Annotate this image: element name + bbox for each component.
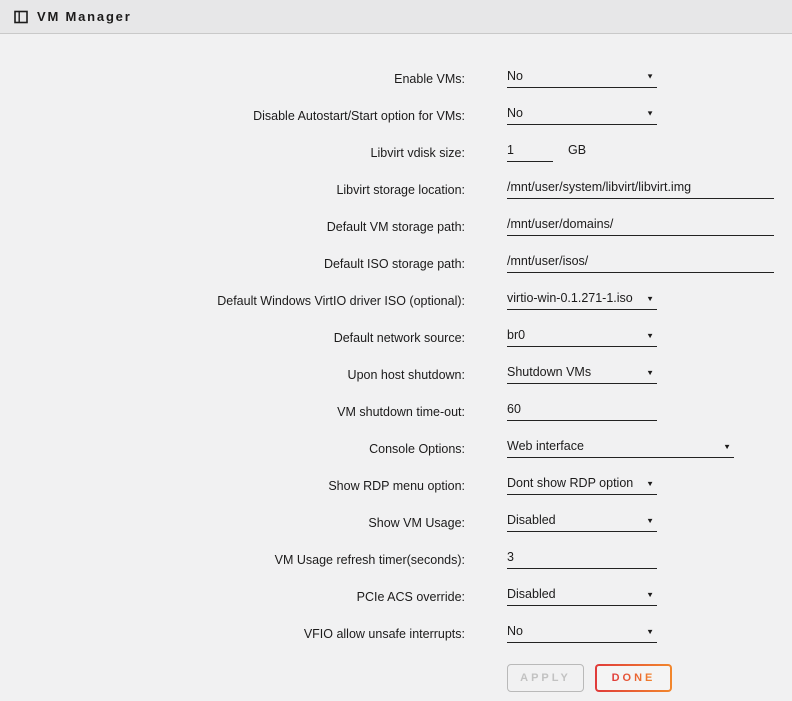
libvirt-storage-location-input[interactable] [507,176,774,199]
disable-autostart-label: Disable Autostart/Start option for VMs: [0,107,465,125]
enable-vms-select[interactable]: No ▼ [507,65,657,88]
default-network-source-label: Default network source: [0,329,465,347]
form-actions: APPLY DONE [507,664,792,692]
disable-autostart-select[interactable]: No ▼ [507,102,657,125]
show-rdp-menu-option-label: Show RDP menu option: [0,477,465,495]
pcie-acs-override-selected-value: Disabled [507,583,556,605]
default-network-source-selected-value: br0 [507,324,525,346]
form-row-pcie-acs-override: PCIe ACS override: Disabled ▼ [0,574,792,611]
show-rdp-menu-option-selected-value: Dont show RDP option [507,472,633,494]
upon-host-shutdown-label: Upon host shutdown: [0,366,465,384]
vm-usage-refresh-timer-label: VM Usage refresh timer(seconds): [0,551,465,569]
settings-form: Enable VMs: No ▼ Disable Autostart/Start … [0,34,792,692]
console-options-label: Console Options: [0,440,465,458]
default-virtio-driver-iso-selected-value: virtio-win-0.1.271-1.iso [507,287,633,309]
form-row-vm-usage-refresh-timer: VM Usage refresh timer(seconds): [0,537,792,574]
form-row-default-virtio-driver-iso: Default Windows VirtIO driver ISO (optio… [0,278,792,315]
form-row-upon-host-shutdown: Upon host shutdown: Shutdown VMs ▼ [0,352,792,389]
form-row-vm-shutdown-timeout: VM shutdown time-out: [0,389,792,426]
vm-shutdown-timeout-label: VM shutdown time-out: [0,403,465,421]
vm-shutdown-timeout-input[interactable] [507,398,657,421]
show-rdp-menu-option-select[interactable]: Dont show RDP option ▼ [507,472,657,495]
default-network-source-select[interactable]: br0 ▼ [507,324,657,347]
libvirt-vdisk-size-label: Libvirt vdisk size: [0,144,465,162]
default-vm-storage-path-input[interactable] [507,213,774,236]
dropdown-arrow-icon: ▼ [646,627,654,635]
dropdown-arrow-icon: ▼ [646,109,654,117]
form-row-show-vm-usage: Show VM Usage: Disabled ▼ [0,500,792,537]
vfio-allow-unsafe-interrupts-selected-value: No [507,620,523,642]
enable-vms-label: Enable VMs: [0,70,465,88]
form-row-show-rdp-menu-option: Show RDP menu option: Dont show RDP opti… [0,463,792,500]
upon-host-shutdown-selected-value: Shutdown VMs [507,361,591,383]
dropdown-arrow-icon: ▼ [646,516,654,524]
form-row-default-network-source: Default network source: br0 ▼ [0,315,792,352]
vm-usage-refresh-timer-input[interactable] [507,546,657,569]
dropdown-arrow-icon: ▼ [646,368,654,376]
vfio-allow-unsafe-interrupts-select[interactable]: No ▼ [507,620,657,643]
default-iso-storage-path-label: Default ISO storage path: [0,255,465,273]
libvirt-vdisk-size-input[interactable] [507,139,553,162]
pcie-acs-override-select[interactable]: Disabled ▼ [507,583,657,606]
enable-vms-selected-value: No [507,65,523,87]
form-row-default-vm-storage-path: Default VM storage path: [0,204,792,241]
header: VM Manager [0,0,792,34]
form-row-libvirt-vdisk-size: Libvirt vdisk size: GB [0,130,792,167]
page-title: VM Manager [37,9,132,24]
default-iso-storage-path-input[interactable] [507,250,774,273]
default-virtio-driver-iso-label: Default Windows VirtIO driver ISO (optio… [0,292,465,310]
show-vm-usage-select[interactable]: Disabled ▼ [507,509,657,532]
libvirt-storage-location-label: Libvirt storage location: [0,181,465,199]
form-row-console-options: Console Options: Web interface ▼ [0,426,792,463]
dropdown-arrow-icon: ▼ [646,590,654,598]
vfio-allow-unsafe-interrupts-label: VFIO allow unsafe interrupts: [0,625,465,643]
done-button[interactable]: DONE [595,664,672,692]
dropdown-arrow-icon: ▼ [646,294,654,302]
upon-host-shutdown-select[interactable]: Shutdown VMs ▼ [507,361,657,384]
show-vm-usage-selected-value: Disabled [507,509,556,531]
dropdown-arrow-icon: ▼ [646,72,654,80]
console-options-select[interactable]: Web interface ▼ [507,435,734,458]
form-row-enable-vms: Enable VMs: No ▼ [0,56,792,93]
default-virtio-driver-iso-select[interactable]: virtio-win-0.1.271-1.iso ▼ [507,287,657,310]
form-row-libvirt-storage-location: Libvirt storage location: [0,167,792,204]
columns-icon [14,10,28,24]
disable-autostart-selected-value: No [507,102,523,124]
dropdown-arrow-icon: ▼ [723,442,731,450]
form-row-default-iso-storage-path: Default ISO storage path: [0,241,792,278]
console-options-selected-value: Web interface [507,435,584,457]
apply-button[interactable]: APPLY [507,664,584,692]
form-row-vfio-allow-unsafe-interrupts: VFIO allow unsafe interrupts: No ▼ [0,611,792,648]
libvirt-vdisk-size-unit-label: GB [568,139,586,162]
show-vm-usage-label: Show VM Usage: [0,514,465,532]
pcie-acs-override-label: PCIe ACS override: [0,588,465,606]
form-row-disable-autostart: Disable Autostart/Start option for VMs: … [0,93,792,130]
dropdown-arrow-icon: ▼ [646,479,654,487]
dropdown-arrow-icon: ▼ [646,331,654,339]
default-vm-storage-path-label: Default VM storage path: [0,218,465,236]
done-button-label: DONE [612,672,656,684]
